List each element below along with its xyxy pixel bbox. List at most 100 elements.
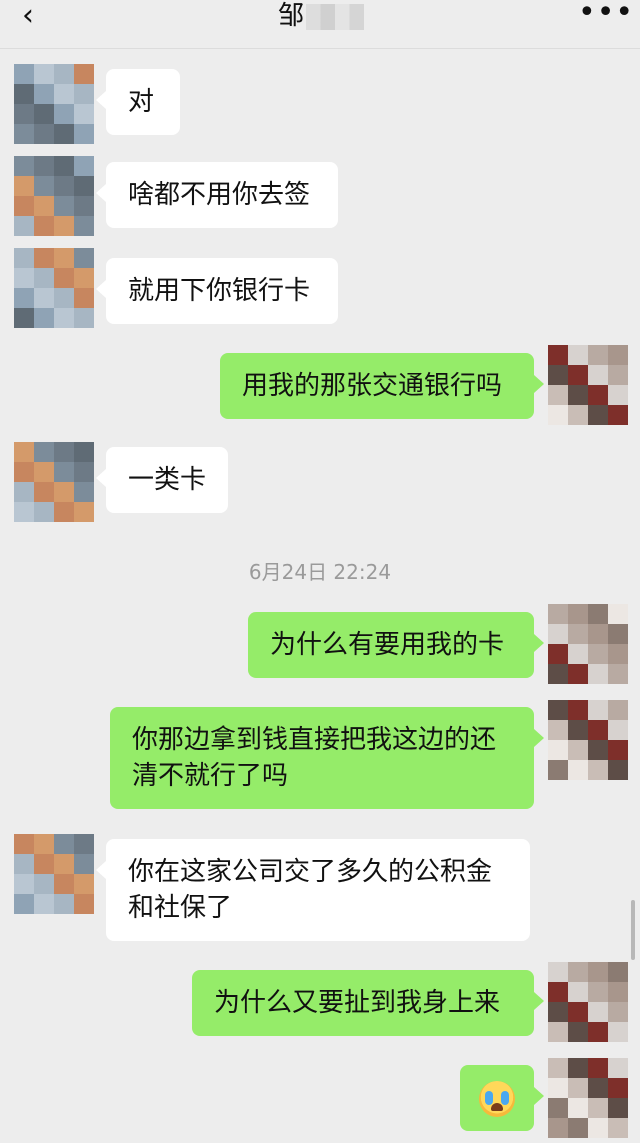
contact-avatar[interactable] [14,156,94,236]
avatar-mosaic-block [74,462,94,482]
avatar-mosaic-block [14,874,34,894]
message-text: 一类卡 [128,465,207,495]
message-bubble-outgoing[interactable] [460,1065,544,1131]
avatar-mosaic-block [14,442,34,462]
avatar-mosaic-block [34,124,54,144]
loudly-crying-face-icon [479,1080,515,1117]
message-bubble-incoming[interactable]: 啥都不用你去签 [96,162,338,228]
avatar-mosaic-block [54,462,74,482]
scrollbar[interactable] [631,900,635,960]
self-avatar[interactable] [548,604,628,684]
avatar-mosaic-block [548,740,568,760]
message-bubble-incoming[interactable]: 对 [96,69,180,135]
avatar-mosaic-block [588,385,608,405]
avatar-mosaic-block [54,216,74,236]
contact-avatar[interactable] [14,834,94,914]
avatar-mosaic-block [608,720,628,740]
more-options-button[interactable]: ••• [578,0,634,28]
avatar-mosaic-block [74,104,94,124]
message-bubble-incoming[interactable]: 一类卡 [96,447,228,513]
avatar-mosaic-block [34,104,54,124]
avatar-mosaic-block [34,176,54,196]
avatar-mosaic-block [54,502,74,522]
avatar-mosaic-block [14,482,34,502]
avatar-mosaic-block [588,962,608,982]
avatar-mosaic-block [74,176,94,196]
avatar-mosaic-block [548,982,568,1002]
avatar-mosaic-block [608,604,628,624]
avatar-mosaic-block [34,874,54,894]
avatar-mosaic-block [548,365,568,385]
avatar-mosaic-block [608,624,628,644]
self-avatar[interactable] [548,962,628,1042]
avatar-mosaic-block [608,664,628,684]
avatar-mosaic-block [34,442,54,462]
avatar-mosaic-block [608,385,628,405]
avatar-mosaic-block [34,482,54,502]
back-button[interactable]: ‹ [22,1,34,31]
avatar-mosaic-block [608,760,628,780]
avatar-mosaic-block [568,1002,588,1022]
message-bubble-outgoing[interactable]: 为什么又要扯到我身上来 [192,970,544,1036]
avatar-mosaic-block [608,1022,628,1042]
avatar-mosaic-block [74,834,94,854]
avatar-mosaic-block [588,405,608,425]
avatar-mosaic-block [608,405,628,425]
avatar-mosaic-block [568,1022,588,1042]
chat-title: 邹 [278,0,365,32]
avatar-mosaic-block [54,442,74,462]
avatar-mosaic-block [568,385,588,405]
message-text: 你那边拿到钱直接把我这边的还清不就行了吗 [132,725,497,791]
avatar-mosaic-block [608,982,628,1002]
avatar-mosaic-block [568,740,588,760]
avatar-mosaic-block [54,176,74,196]
avatar-mosaic-block [588,604,608,624]
self-avatar[interactable] [548,700,628,780]
avatar-mosaic-block [548,345,568,365]
avatar-mosaic-block [568,624,588,644]
avatar-mosaic-block [588,740,608,760]
avatar-mosaic-block [34,156,54,176]
avatar-mosaic-block [608,1058,628,1078]
avatar-mosaic-block [74,874,94,894]
message-bubble-incoming[interactable]: 你在这家公司交了多久的公积金和社保了 [96,839,530,941]
avatar-mosaic-block [14,104,34,124]
avatar-mosaic-block [548,1002,568,1022]
avatar-mosaic-block [14,196,34,216]
avatar-mosaic-block [568,1098,588,1118]
avatar-mosaic-block [588,644,608,664]
self-avatar[interactable] [548,345,628,425]
avatar-mosaic-block [608,700,628,720]
avatar-mosaic-block [54,104,74,124]
avatar-mosaic-block [588,760,608,780]
avatar-mosaic-block [588,1078,608,1098]
message-bubble-incoming[interactable]: 就用下你银行卡 [96,258,338,324]
avatar-mosaic-block [568,1058,588,1078]
avatar-mosaic-block [74,84,94,104]
message-bubble-outgoing[interactable]: 你那边拿到钱直接把我这边的还清不就行了吗 [110,707,544,809]
avatar-mosaic-block [74,196,94,216]
avatar-mosaic-block [568,982,588,1002]
avatar-mosaic-block [548,405,568,425]
avatar-mosaic-block [548,1118,568,1138]
contact-avatar[interactable] [14,248,94,328]
contact-avatar[interactable] [14,442,94,522]
avatar-mosaic-block [14,124,34,144]
avatar-mosaic-block [14,156,34,176]
chat-header: ‹ 邹 ••• [0,0,640,49]
self-avatar[interactable] [548,1058,628,1138]
message-bubble-outgoing[interactable]: 为什么有要用我的卡 [248,612,544,678]
avatar-mosaic-block [34,854,54,874]
avatar-mosaic-block [54,854,74,874]
contact-name: 邹 [278,1,305,31]
avatar-mosaic-block [74,216,94,236]
blurred-name [306,3,365,30]
avatar-mosaic-block [548,604,568,624]
avatar-mosaic-block [74,248,94,268]
avatar-mosaic-block [568,1078,588,1098]
avatar-mosaic-block [34,216,54,236]
avatar-mosaic-block [608,1118,628,1138]
message-bubble-outgoing[interactable]: 用我的那张交通银行吗 [220,353,544,419]
avatar-mosaic-block [74,482,94,502]
contact-avatar[interactable] [14,64,94,144]
